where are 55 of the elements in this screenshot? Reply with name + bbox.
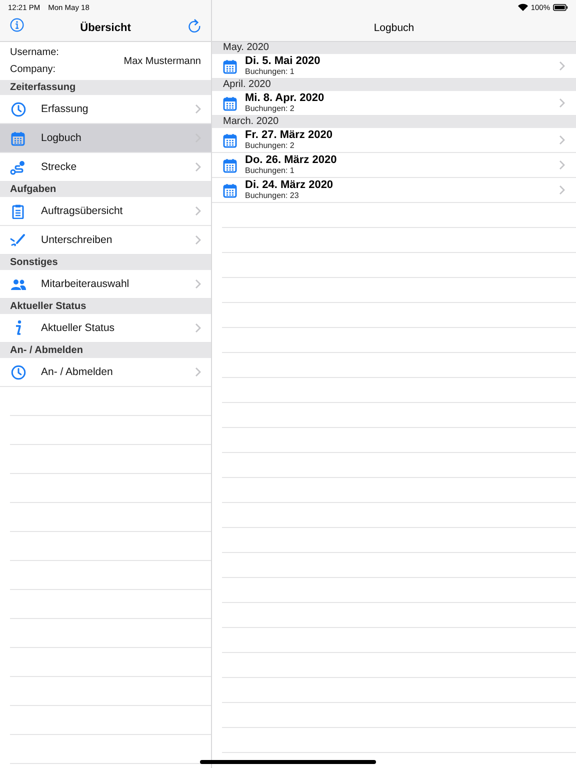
booking-count: Buchungen: 1 [245, 67, 296, 77]
entry-date: Di. 5. Mai 2020 [245, 55, 322, 67]
chevron-icon [195, 104, 201, 114]
username-label: Username: [10, 47, 60, 58]
entry-date: Di. 24. März 2020 [245, 179, 334, 191]
sidebar-title: Übersicht [80, 22, 131, 34]
section-header: Aktueller Status [0, 299, 211, 314]
chevron-icon [195, 206, 201, 216]
calendar-icon [223, 96, 237, 110]
route-icon [10, 160, 26, 174]
chevron-icon [559, 135, 565, 145]
refresh-icon[interactable] [188, 18, 201, 33]
clock-icon [10, 102, 26, 116]
menu-item[interactable]: Logbuch [0, 124, 211, 153]
clipboard-icon [12, 204, 24, 218]
calendar-icon [223, 158, 237, 172]
booking-count: Buchungen: 1 [245, 166, 296, 176]
info-icon[interactable] [10, 18, 24, 32]
log-entry[interactable]: Fr. 27. März 2020 Buchungen: 2 [212, 128, 576, 153]
calendar-icon [223, 182, 237, 198]
chevron-icon [195, 323, 201, 333]
booking-count: Buchungen: 2 [245, 141, 296, 151]
log-entry[interactable]: Do. 26. März 2020 Buchungen: 1 [212, 153, 576, 178]
chevron-icon [195, 279, 201, 289]
company-label: Company: [10, 64, 57, 75]
section-header: Aufgaben [0, 182, 211, 197]
chevron-icon [195, 367, 201, 377]
section-header: April. 2020 [212, 79, 576, 91]
booking-count: Buchungen: 2 [245, 104, 296, 114]
info-icon [13, 320, 23, 336]
chevron-icon [195, 162, 201, 172]
entry-date: Do. 26. März 2020 [245, 154, 338, 166]
clock-icon [10, 364, 26, 380]
calendar-icon [223, 132, 237, 148]
people-icon [10, 278, 26, 290]
calendar-icon [11, 130, 25, 146]
battery-icon [553, 4, 568, 10]
section-header: An- / Abmelden [0, 343, 211, 358]
page-title: Logbuch [374, 22, 414, 34]
chevron-icon [559, 160, 565, 170]
section-header: Sonstiges [0, 255, 211, 270]
entry-date: Fr. 27. März 2020 [245, 129, 334, 141]
user-name: Max Mustermann [124, 56, 201, 66]
entry-date: Mi. 8. Apr. 2020 [245, 92, 326, 104]
wifi-icon [518, 3, 528, 11]
chevron-icon [195, 235, 201, 245]
section-header: May. 2020 [212, 42, 576, 54]
booking-count: Buchungen: 23 [245, 191, 300, 201]
calendar-icon [223, 58, 237, 74]
chevron-icon [559, 185, 565, 195]
chevron-icon [559, 98, 565, 108]
pen-icon [10, 233, 26, 247]
section-header: March. 2020 [212, 116, 576, 128]
chevron-icon [559, 61, 565, 71]
section-header: Zeiterfassung [0, 80, 211, 95]
